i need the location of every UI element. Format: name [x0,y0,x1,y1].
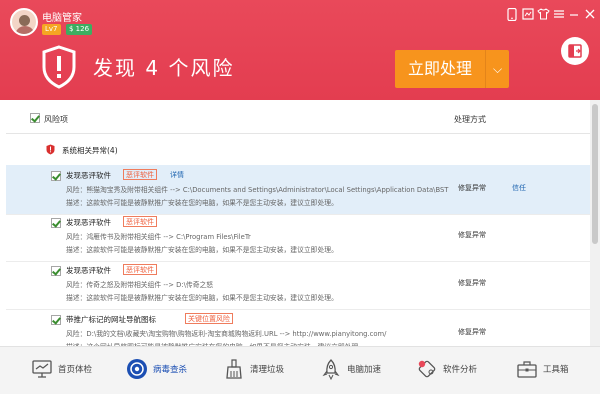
item-desc-line: 描述：这款软件可能是被静默推广安装在您的电脑，如果不是您主动安装，建议立即处理。 [66,294,338,302]
monitor-icon [32,360,52,378]
coin-badge[interactable]: $ 126 [66,24,93,35]
software-icon [418,360,436,378]
fix-action[interactable]: 修复异常 [458,278,486,288]
item-risk-line: 风险：熊猫淘宝秀及附带相关组件 --> C:\Documents and Set… [66,186,449,194]
trust-link[interactable]: 信任 [512,183,526,193]
nav-label: 清理垃圾 [250,365,285,375]
nav-label: 首页体检 [58,365,93,375]
nav-label: 软件分析 [443,365,478,375]
fix-now-button[interactable]: 立即处理 ⌵ [395,50,509,88]
item-title: 发现恶评软件 [66,171,111,180]
rocket-icon [322,359,340,380]
item-tag: 恶评软件 [123,216,157,227]
broom-icon [226,359,242,379]
list-item[interactable]: 发现恶评软件 恶评软件 详情 风险：熊猫淘宝秀及附带相关组件 --> C:\Do… [6,165,590,215]
bottom-nav: 首页体检 病毒查杀 清理垃圾 电脑加速 软件分析 工具箱 [0,346,600,394]
alert-shield-icon [46,144,55,155]
minimize-icon[interactable] [567,8,581,22]
settings-icon[interactable] [552,8,566,22]
virus-scan-icon [127,359,147,379]
item-title: 发现恶评软件 [66,266,111,275]
item-checkbox[interactable] [51,315,61,325]
select-all-checkbox[interactable] [30,113,40,123]
export-icon[interactable] [561,37,589,65]
fix-action[interactable]: 修复异常 [458,230,486,240]
list-item[interactable]: 发现恶评软件 恶评软件 风险：鸿雁传书及附带相关组件 --> C:\Progra… [6,212,590,262]
fix-now-label: 立即处理 [407,59,472,78]
item-title: 带推广标记的网址导航图标 [66,315,156,324]
item-tag: 关键位置风险 [185,313,233,324]
skin-icon[interactable] [521,8,535,22]
warning-shield-icon [42,45,76,89]
item-risk-line: 风险：D:\我的文档\收藏夹\淘宝购物\购物返利-淘宝商城购物返利.URL --… [66,330,387,338]
table-header: 风险项 处理方式 [6,100,590,134]
user-avatar[interactable] [10,8,38,36]
item-risk-line: 风险：鸿雁传书及附带相关组件 --> C:\Program Files\File… [66,233,251,241]
item-risk-line: 风险：传奇之怒及附带相关组件 --> D:\传奇之怒 [66,281,214,289]
group-row[interactable]: 系统相关异常(4) [6,135,590,165]
item-tag: 恶评软件 [123,169,157,180]
item-checkbox[interactable] [51,218,61,228]
risk-header: 电脑管家 Lv7 $ 126 发现 4 个风险 立即处理 ⌵ [0,0,600,100]
column-method: 处理方式 [454,115,486,124]
nav-label: 电脑加速 [347,365,382,375]
item-checkbox[interactable] [51,266,61,276]
item-checkbox[interactable] [51,171,61,181]
close-icon[interactable] [583,8,597,22]
group-title: 系统相关异常(4) [62,146,118,155]
item-desc-line: 描述：这款软件可能是被静默推广安装在您的电脑，如果不是您主动安装，建议立即处理。 [66,246,338,254]
chevron-down-icon[interactable]: ⌵ [485,50,509,88]
item-desc-line: 描述：这款软件可能是被静默推广安装在您的电脑，如果不是您主动安装，建议立即处理。 [66,199,338,207]
column-risk: 风险项 [44,115,68,124]
level-badge[interactable]: Lv7 [42,24,61,35]
scrollbar-thumb[interactable] [592,104,598,244]
item-tag: 恶评软件 [123,264,157,275]
shirt-icon[interactable] [536,8,550,22]
details-link[interactable]: 详情 [170,170,184,180]
item-title: 发现恶评软件 [66,218,111,227]
list-item[interactable]: 发现恶评软件 恶评软件 风险：传奇之怒及附带相关组件 --> D:\传奇之怒 描… [6,260,590,310]
phone-icon[interactable] [505,7,519,22]
pc-manager-window: 电脑管家 Lv7 $ 126 发现 4 个风险 立即处理 ⌵ 风险项 处理方式 … [0,0,600,394]
risk-headline: 发现 4 个风险 [93,56,235,80]
list-item[interactable]: 带推广标记的网址导航图标 关键位置风险 风险：D:\我的文档\收藏夹\淘宝购物\… [6,309,590,351]
toolbox-icon [517,361,537,378]
app-title: 电脑管家 [42,13,82,24]
fix-action[interactable]: 修复异常 [458,327,486,337]
nav-label: 病毒查杀 [153,365,188,375]
fix-action[interactable]: 修复异常 [458,183,486,193]
nav-label: 工具箱 [543,365,569,375]
